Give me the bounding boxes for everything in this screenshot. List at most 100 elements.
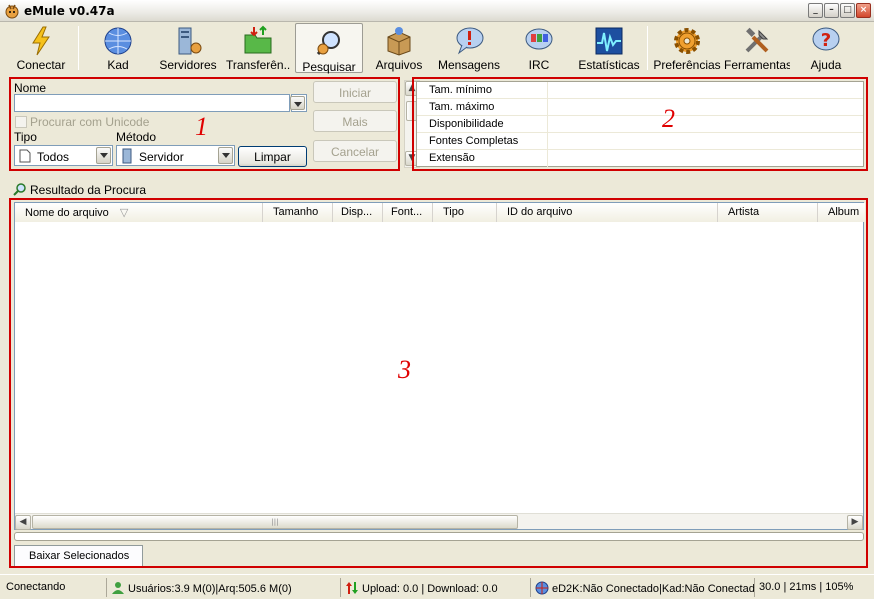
param-name: Tam. máximo (429, 101, 495, 113)
results-list[interactable]: Nome do arquivo ▽ Tamanho Disp... Font..… (14, 202, 865, 530)
toolbar-label: Pesquisar (302, 60, 356, 74)
up-down-arrows-icon (346, 582, 358, 594)
gear-icon (674, 28, 700, 54)
status-bar: Conectando Usuários:3.9 M(0)|Arq:505.6 M… (0, 574, 874, 599)
column-header-filename[interactable]: Nome do arquivo ▽ (15, 203, 263, 222)
status-users-text: Usuários:3.9 M(0)|Arq:505.6 M(0) (128, 583, 292, 595)
toolbar-label: Estatísticas (578, 58, 640, 72)
start-button[interactable]: Iniciar (313, 81, 397, 103)
status-connection: Conectando (2, 578, 106, 597)
help-icon: ? (812, 27, 840, 51)
toolbar-label: Arquivos (375, 58, 423, 72)
minimize-to-tray-button[interactable]: _ (808, 3, 823, 18)
toolbar-irc-button[interactable]: IRC (508, 22, 570, 74)
annotation-label-1: 1 (195, 112, 208, 141)
column-label: Nome do arquivo (25, 207, 109, 219)
param-row[interactable]: Tam. mínimo (417, 82, 863, 99)
box-icon (387, 27, 411, 56)
search-magnifier-icon (316, 31, 340, 55)
search-name-input[interactable] (14, 94, 290, 112)
irc-chat-icon (525, 28, 553, 50)
chevron-right-icon[interactable]: ▶ (847, 515, 863, 530)
status-transfer: Upload: 0.0 | Download: 0.0 (340, 578, 530, 597)
method-select[interactable]: Servidor (116, 145, 235, 166)
globe-icon (104, 27, 132, 55)
clear-button[interactable]: Limpar (238, 146, 307, 167)
results-title: Resultado da Procura (30, 183, 147, 197)
param-name: Tam. mínimo (429, 84, 492, 96)
unicode-label: Procurar com Unicode (30, 115, 150, 129)
toolbar-label: Kad (107, 58, 129, 72)
annotation-label-2: 2 (662, 104, 675, 133)
method-label: Método (116, 130, 157, 144)
column-header-album[interactable]: Album (818, 203, 865, 222)
toolbar-separator (647, 26, 648, 70)
toolbar-label: Servidores (159, 58, 217, 72)
minimize-button[interactable]: – (824, 3, 839, 18)
method-value: Servidor (139, 150, 184, 164)
param-name: Disponibilidade (429, 118, 504, 130)
more-button[interactable]: Mais (313, 110, 397, 132)
column-header-availability[interactable]: Disp... (333, 203, 383, 222)
toolbar-label: Preferências (653, 58, 721, 72)
main-toolbar: Conectar Kad Servidores Transferên... Pe (0, 22, 874, 74)
chevron-left-icon[interactable]: ◀ (15, 515, 31, 530)
toolbar-label: Conectar (16, 58, 66, 72)
toolbar-kad-button[interactable]: Kad (86, 22, 150, 74)
column-header-size[interactable]: Tamanho (263, 203, 333, 222)
download-selected-tab[interactable]: Baixar Selecionados (14, 545, 143, 566)
type-value: Todos (37, 150, 70, 164)
name-history-dropdown[interactable] (290, 94, 307, 112)
toolbar-label: Transferên... (226, 58, 290, 72)
toolbar-pesquisar-button[interactable]: Pesquisar (295, 23, 363, 74)
horizontal-scrollbar[interactable]: ◀ ||| ▶ (15, 513, 863, 530)
toolbar-transferencias-button[interactable]: Transferên... (226, 22, 290, 74)
type-select[interactable]: Todos (14, 145, 113, 166)
search-parameters-grid: Tam. mínimo Tam. máximo Disponibilidade … (416, 81, 864, 167)
toolbar-ajuda-button[interactable]: ? Ajuda (794, 22, 858, 74)
toolbar-label: Mensagens (437, 58, 501, 72)
column-header-type[interactable]: Tipo (433, 203, 497, 222)
column-header-sources[interactable]: Font... (383, 203, 433, 222)
toolbar-conectar-button[interactable]: Conectar (8, 22, 74, 74)
param-row[interactable]: Fontes Completas (417, 133, 863, 150)
scroll-thumb[interactable]: ||| (32, 515, 518, 529)
statistics-graph-icon (595, 27, 623, 55)
status-users: Usuários:3.9 M(0)|Arq:505.6 M(0) (106, 578, 340, 597)
close-button[interactable]: × (856, 3, 871, 18)
toolbar-preferencias-button[interactable]: Preferências (652, 22, 722, 74)
tools-icon (745, 27, 769, 53)
toolbar-arquivos-button[interactable]: Arquivos (368, 22, 430, 74)
param-row[interactable]: Disponibilidade (417, 116, 863, 133)
server-icon (178, 27, 202, 55)
param-row[interactable]: Extensão (417, 150, 863, 167)
toolbar-ferramentas-button[interactable]: Ferramentas (724, 22, 790, 74)
column-header-artist[interactable]: Artista (718, 203, 818, 222)
emule-mule-icon (5, 4, 19, 19)
cancel-button[interactable]: Cancelar (313, 140, 397, 162)
toolbar-label: Ajuda (810, 58, 842, 72)
toolbar-estatisticas-button[interactable]: Estatísticas (576, 22, 642, 74)
param-row[interactable]: Tam. máximo (417, 99, 863, 116)
users-icon (112, 582, 124, 594)
search-results-icon (13, 183, 26, 196)
unicode-checkbox[interactable] (15, 116, 27, 128)
toolbar-label: IRC (528, 58, 550, 72)
transfer-folder-icon (244, 25, 272, 54)
status-network: eD2K:Não Conectado|Kad:Não Conectado (530, 578, 754, 597)
file-icon (19, 149, 31, 163)
toolbar-servidores-button[interactable]: Servidores (156, 22, 220, 74)
server-icon (122, 148, 132, 164)
chevron-down-icon (290, 96, 305, 110)
maximize-button[interactable]: □ (840, 3, 855, 18)
toolbar-separator (78, 26, 79, 70)
type-label: Tipo (14, 130, 37, 144)
param-name: Fontes Completas (429, 135, 519, 147)
column-header-file-id[interactable]: ID do arquivo (497, 203, 718, 222)
param-name: Extensão (429, 152, 475, 164)
sort-triangle-icon: ▽ (119, 207, 129, 219)
status-transfer-text: Upload: 0.0 | Download: 0.0 (362, 583, 498, 595)
toolbar-mensagens-button[interactable]: Mensagens (436, 22, 502, 74)
title-bar[interactable]: eMule v0.47a _ – □ × (0, 0, 874, 22)
chevron-down-icon (218, 147, 233, 164)
